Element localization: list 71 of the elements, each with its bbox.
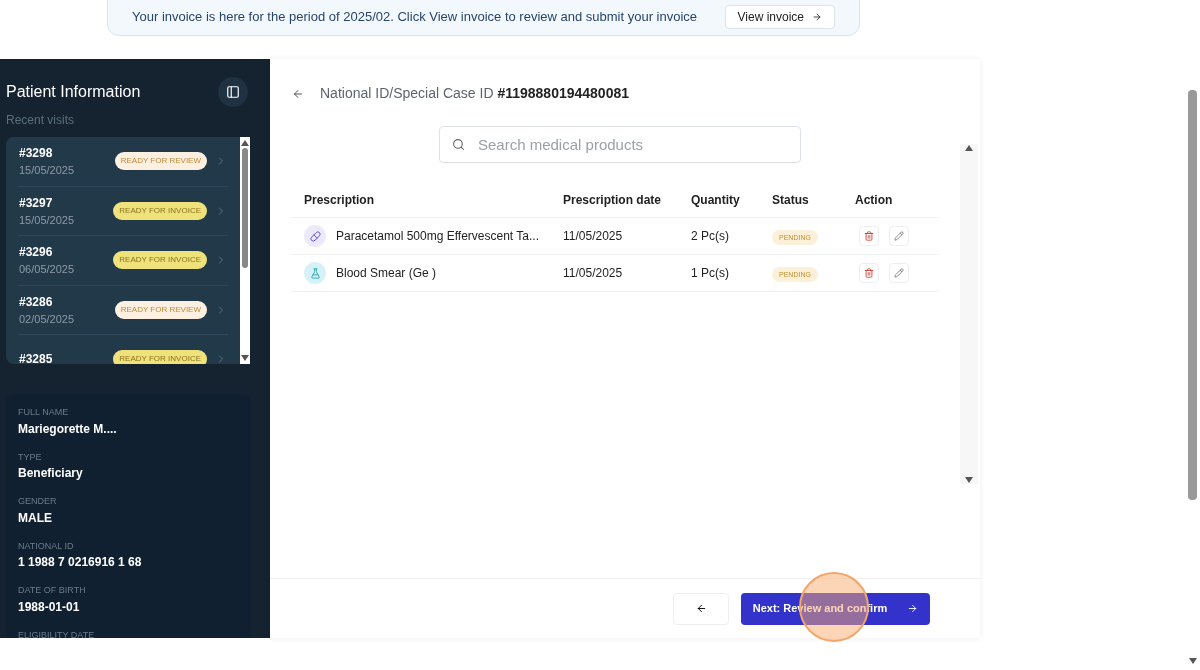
scroll-down-icon[interactable] (241, 355, 249, 361)
trash-icon (864, 268, 874, 278)
table-cell-text: 11/05/2025 (563, 265, 624, 282)
recent-visits-label: Recent visits (6, 112, 76, 129)
visit-number: #3286 (19, 293, 54, 311)
sidebar-title: Patient Information (6, 82, 141, 102)
collapse-button[interactable] (218, 77, 248, 107)
delete-button[interactable] (859, 226, 879, 246)
status-badge: READY FOR INVOICE (113, 251, 207, 270)
edit-button[interactable] (889, 263, 909, 283)
visit-date: 06/05/2025 (19, 262, 76, 277)
field-value: Beneficiary (18, 465, 84, 482)
scrollbar[interactable] (960, 144, 978, 484)
column-header: Prescription (303, 192, 376, 209)
flask-icon (304, 262, 326, 284)
sidebar-toggle-icon (226, 85, 240, 99)
field-label: DATE OF BIRTH (18, 584, 87, 597)
visit-number: #3297 (19, 194, 54, 212)
scroll-down-icon[interactable] (965, 477, 973, 483)
scroll-down-icon[interactable] (1188, 658, 1197, 664)
field-label: TYPE (18, 450, 43, 464)
delete-button[interactable] (859, 263, 879, 283)
pill-icon (304, 225, 326, 247)
banner-message: Your invoice is here for the period of 2025/02. Click View invoice to review and submit your invoice (132, 8, 698, 27)
visit-item[interactable]: #3285 READY FOR INVOICE (18, 335, 228, 364)
pencil-icon (894, 231, 904, 241)
table-cell-text: Blood Smear (Ge ) (336, 265, 437, 282)
table-cell-text: 2 Pc(s) (691, 228, 730, 245)
field-value: 1 1988 7 0216916 1 68 (18, 554, 143, 571)
visit-item[interactable]: #3296 06/05/2025 READY FOR INVOICE (18, 236, 228, 286)
status-badge: READY FOR INVOICE (113, 201, 207, 220)
scrollbar[interactable] (240, 137, 250, 364)
case-heading: National ID/Special Case ID #1198880194480081 (320, 84, 629, 103)
scroll-up-icon[interactable] (965, 145, 973, 151)
view-invoice-button[interactable]: View invoice (724, 5, 835, 29)
field-label: ELIGIBILITY DATE (18, 628, 96, 638)
table-cell-text: Paracetamol 500mg Effervescent Ta... (336, 228, 539, 245)
search-field[interactable]: Search medical products (439, 126, 801, 163)
arrow-left-icon (695, 603, 707, 614)
search-icon (452, 138, 465, 151)
back-arrow-icon[interactable] (292, 87, 304, 100)
visit-date: 15/05/2025 (19, 163, 76, 178)
field-value: Mariegorette M.... (18, 420, 118, 438)
arrow-right-icon (907, 603, 919, 614)
column-header: Action (855, 192, 894, 209)
field-value: 1988-01-01 (18, 598, 81, 616)
visit-item[interactable]: #3298 15/05/2025 READY FOR REVIEW (18, 137, 228, 187)
visit-number: #3298 (19, 145, 54, 162)
arrow-right-icon (812, 12, 822, 22)
field-label: GENDER (18, 495, 58, 508)
visit-item[interactable]: #3297 15/05/2025 READY FOR INVOICE (18, 186, 228, 236)
status-badge: READY FOR REVIEW (114, 300, 207, 319)
field-label: FULL NAME (18, 406, 70, 419)
table-cell-text: 11/05/2025 (563, 228, 624, 245)
visit-number: #3296 (19, 244, 54, 261)
visit-date: 02/05/2025 (19, 311, 76, 327)
visit-date: 15/05/2025 (19, 212, 76, 228)
field-label: NATIONAL ID (18, 539, 75, 553)
column-header: Prescription date (563, 192, 663, 209)
column-header: Status (772, 192, 810, 209)
visit-number: #3285 (19, 351, 54, 364)
scroll-up-icon[interactable] (241, 140, 249, 146)
visit-item[interactable]: #3286 02/05/2025 READY FOR REVIEW (18, 285, 228, 335)
column-header: Quantity (691, 192, 741, 209)
field-value: MALE (18, 509, 53, 527)
trash-icon (864, 231, 874, 241)
status-badge: READY FOR INVOICE (113, 350, 207, 364)
edit-button[interactable] (889, 226, 909, 246)
pencil-icon (894, 268, 904, 278)
table-cell-text: 1 Pc(s) (691, 265, 730, 282)
status-badge: READY FOR REVIEW (114, 152, 207, 171)
